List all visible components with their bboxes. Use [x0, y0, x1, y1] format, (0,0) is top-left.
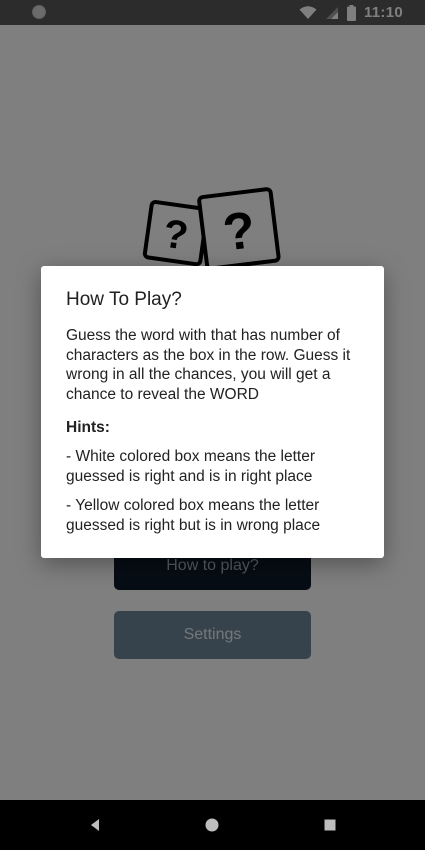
how-to-play-dialog: How To Play? Guess the word with that ha… [41, 266, 384, 558]
home-icon[interactable] [182, 800, 242, 850]
dialog-body-text: Guess the word with that has number of c… [66, 327, 351, 403]
hints-title: Hints: [66, 419, 110, 436]
hint-yellow-box: - Yellow colored box means the letter gu… [66, 497, 321, 534]
back-icon[interactable] [65, 800, 125, 850]
recents-icon[interactable] [300, 800, 360, 850]
hint-white-box: - White colored box means the letter gue… [66, 448, 315, 485]
navigation-bar [0, 800, 425, 850]
dialog-title: How To Play? [66, 289, 182, 310]
